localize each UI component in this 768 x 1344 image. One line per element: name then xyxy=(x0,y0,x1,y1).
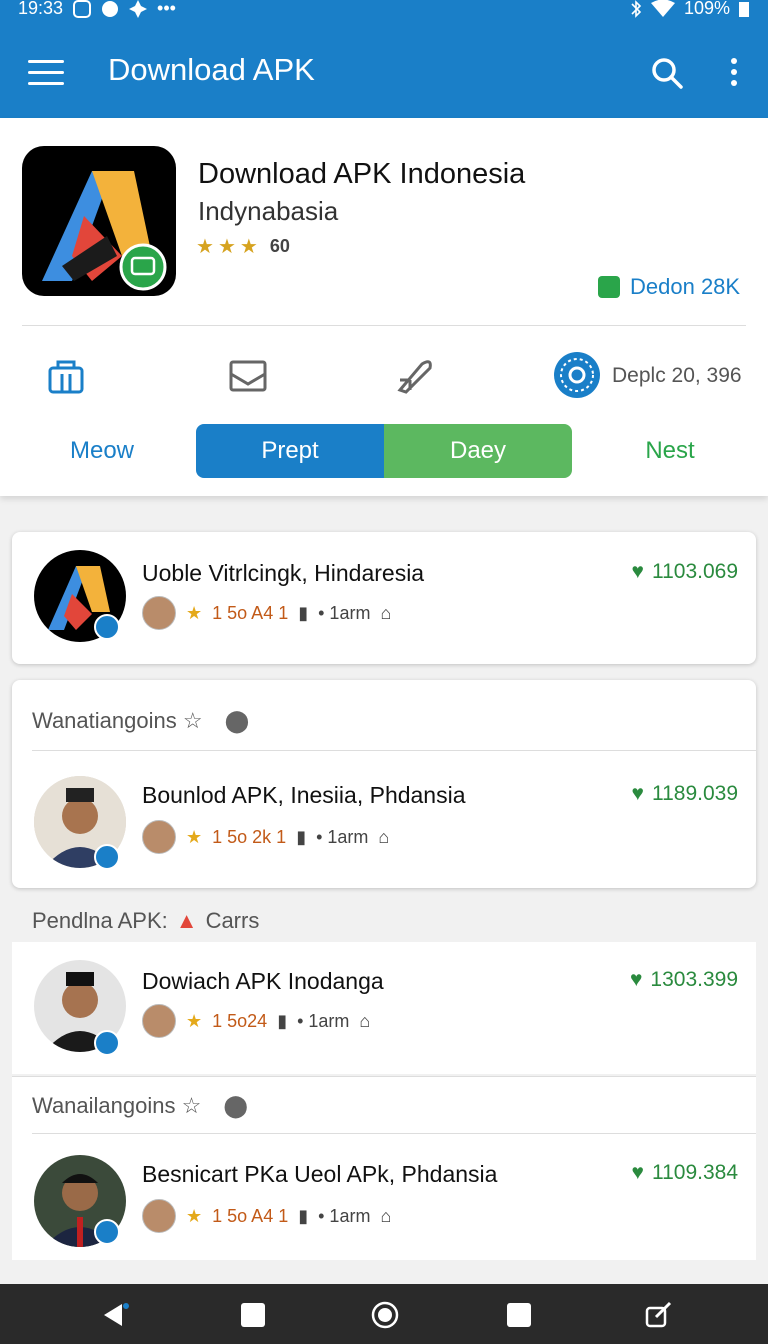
menu-button[interactable] xyxy=(28,60,64,86)
like-icon: ▮ xyxy=(277,1010,288,1031)
item-title: Besnicart PKa Ueol APk, Phdansia xyxy=(142,1161,498,1187)
battery-text: 109% xyxy=(683,0,730,18)
app-bar: 19:33 ••• 109% Download APK xyxy=(0,0,768,118)
item-price: ♥ 1303.399 xyxy=(629,968,738,991)
like-icon: ▮ xyxy=(296,826,307,847)
pin-icon: ⬤ xyxy=(223,1093,248,1118)
tab-meow[interactable]: Meow xyxy=(20,424,184,478)
star-icon: ★ xyxy=(186,602,203,623)
user-avatar xyxy=(142,820,176,854)
share-icon: ⌂ xyxy=(359,1010,371,1031)
item-title: Bounlod APK, Inesiia, Phdansia xyxy=(142,782,466,808)
item-meta: ★ 1 5o 2k 1 ▮ • 1arm ⌂ xyxy=(142,820,389,854)
share-icon: ⌂ xyxy=(378,826,390,847)
app-logo xyxy=(22,146,176,296)
list-item[interactable]: Uoble Vitrlcingk, Hindaresia ♥ 1103.069 … xyxy=(12,532,756,664)
section-label: Wanailangoins ☆ ⬤ xyxy=(32,1093,248,1118)
item-title: Dowiach APK Inodanga xyxy=(142,968,384,994)
user-avatar xyxy=(142,596,176,630)
section-card: Wanatiangoins ☆ ⬤ Bounlod APK, Inesiia, … xyxy=(12,680,756,888)
tab-daey[interactable]: Daey xyxy=(384,424,572,478)
wifi-icon xyxy=(650,0,675,17)
app-subtitle: Indynabasia xyxy=(198,196,339,226)
battery-icon xyxy=(739,1,749,17)
divider xyxy=(22,325,746,326)
share-icon: ⌂ xyxy=(380,602,392,623)
rating-row: ★ ★ ★ 60 xyxy=(196,234,290,259)
user-avatar xyxy=(142,1199,176,1233)
square-icon[interactable] xyxy=(238,1300,268,1330)
item-meta: ★ 1 5o24 ▮ • 1arm ⌂ xyxy=(142,1004,370,1038)
heart-icon: ♥ xyxy=(631,560,644,583)
item-title: Uoble Vitrlcingk, Hindaresia xyxy=(142,560,425,586)
like-icon: ▮ xyxy=(298,602,309,623)
item-price: ♥ 1109.384 xyxy=(631,1161,739,1184)
item-meta: ★ 1 5o A4 1 ▮ • 1arm ⌂ xyxy=(142,596,391,630)
more-status-icon: ••• xyxy=(157,0,176,18)
tab-nest[interactable]: Nest xyxy=(586,424,754,478)
app-title: Download APK Indonesia xyxy=(198,158,526,190)
list-item[interactable]: Dowiach APK Inodanga ♥ 1303.399 ★ 1 5o24… xyxy=(12,942,756,1074)
user-avatar xyxy=(142,1004,176,1038)
app-header-card: Download APK Indonesia Indynabasia ★ ★ ★… xyxy=(0,118,768,496)
star-icon: ★ xyxy=(239,236,258,258)
download-icon xyxy=(598,276,620,298)
shop-icon[interactable] xyxy=(44,354,88,398)
system-nav-bar xyxy=(0,1284,768,1344)
gear-icon xyxy=(129,0,148,18)
section-label: Wanatiangoins ☆ ⬤ xyxy=(32,708,250,733)
heart-icon: ♥ xyxy=(631,1161,644,1184)
item-meta: ★ 1 5o A4 1 ▮ • 1arm ⌂ xyxy=(142,1199,391,1233)
section-label: Pendlna APK: ▲ Carrs xyxy=(32,908,260,933)
share-icon: ⌂ xyxy=(380,1205,392,1226)
notification-icon xyxy=(73,0,92,18)
heart-icon: ♥ xyxy=(629,968,643,991)
globe-icon[interactable] xyxy=(552,350,602,400)
android-badge-icon xyxy=(94,1219,120,1245)
search-icon[interactable] xyxy=(650,56,684,90)
star-icon: ★ xyxy=(186,1205,203,1226)
recents-icon[interactable] xyxy=(504,1300,534,1330)
like-icon: ▮ xyxy=(298,1205,309,1226)
download-badge[interactable]: Dedon 28K xyxy=(598,274,740,300)
android-badge-icon xyxy=(94,844,120,870)
mail-icon[interactable] xyxy=(226,354,270,398)
divider xyxy=(32,1133,756,1134)
edit-icon[interactable] xyxy=(644,1300,674,1330)
android-badge-icon xyxy=(94,614,120,640)
star-icon: ★ xyxy=(217,236,236,258)
status-bar: 19:33 ••• 109% xyxy=(0,0,768,22)
divider xyxy=(32,750,756,751)
tab-prept[interactable]: Prept xyxy=(196,424,384,478)
android-badge-icon xyxy=(94,1030,120,1056)
star-icon: ★ xyxy=(196,236,214,258)
status-time: 19:33 xyxy=(18,0,64,18)
brand-logo-icon: ▲ xyxy=(175,908,198,933)
star-icon: ★ xyxy=(186,1010,203,1031)
back-icon[interactable] xyxy=(100,1300,130,1330)
settings-icon xyxy=(102,0,119,17)
section-card: Wanailangoins ☆ ⬤ Besnicart PKa Ueol APk… xyxy=(12,1076,756,1260)
star-icon: ★ xyxy=(186,826,203,847)
rocket-icon[interactable] xyxy=(392,354,436,398)
bluetooth-icon xyxy=(631,0,642,18)
home-icon[interactable] xyxy=(370,1300,400,1330)
heart-icon: ♥ xyxy=(631,782,644,805)
item-price: ♥ 1189.039 xyxy=(631,782,739,805)
item-price: ♥ 1103.069 xyxy=(631,560,739,583)
toolbar-title: Download APK xyxy=(108,52,315,87)
download-label: Dedon 28K xyxy=(630,274,741,299)
deploy-label: Deplc 20, 396 xyxy=(612,364,742,387)
rating-count: 60 xyxy=(269,236,290,256)
more-options-icon[interactable] xyxy=(722,56,746,90)
pin-icon: ⬤ xyxy=(224,708,250,733)
